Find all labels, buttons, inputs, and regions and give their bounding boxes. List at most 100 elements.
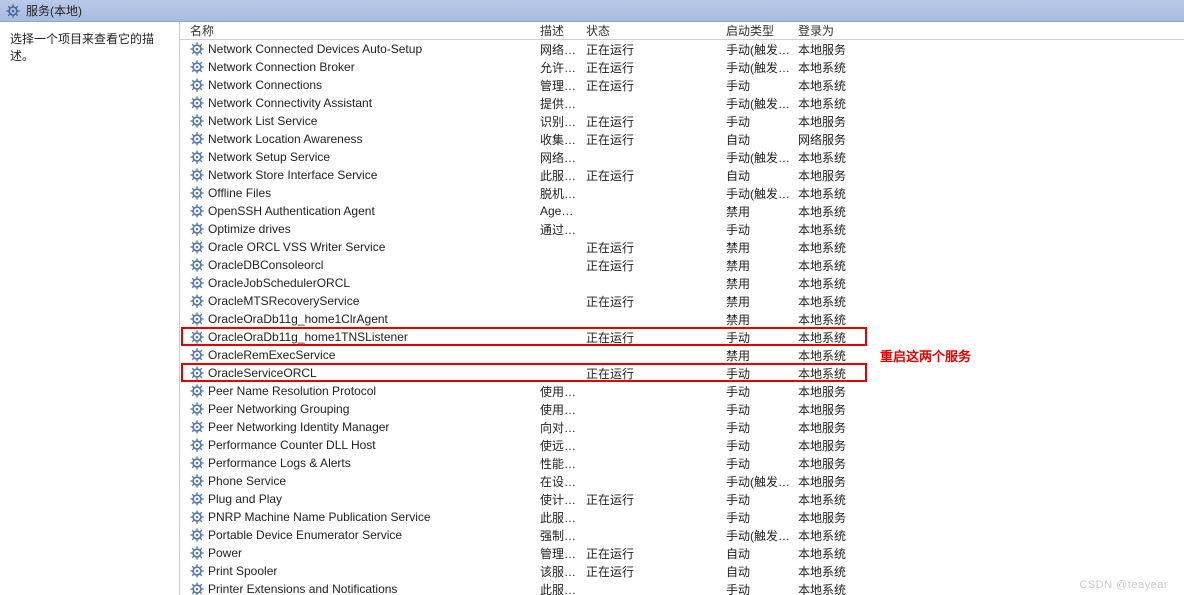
col-desc[interactable]: 描述 [536, 22, 582, 39]
service-row[interactable]: Phone Service在设…手动(触发…本地服务 [180, 472, 1184, 490]
service-startup: 禁用 [722, 239, 794, 256]
service-status: 正在运行 [582, 77, 722, 94]
service-gear-icon [190, 114, 204, 128]
col-status[interactable]: 状态 [582, 22, 722, 39]
service-row[interactable]: OracleOraDb11g_home1ClrAgent禁用本地系统 [180, 310, 1184, 328]
column-headers[interactable]: 名称 描述 状态 启动类型 登录为 [180, 22, 1184, 40]
service-gear-icon [190, 384, 204, 398]
service-startup: 手动 [722, 77, 794, 94]
service-row[interactable]: Peer Networking Grouping使用…手动本地服务 [180, 400, 1184, 418]
col-name[interactable]: 名称 [186, 22, 536, 39]
service-row[interactable]: Peer Networking Identity Manager向对…手动本地服… [180, 418, 1184, 436]
service-logon: 本地服务 [794, 509, 874, 526]
service-logon: 本地服务 [794, 167, 874, 184]
service-name: OracleOraDb11g_home1ClrAgent [208, 312, 388, 326]
service-row[interactable]: Network Location Awareness收集…正在运行自动网络服务 [180, 130, 1184, 148]
service-logon: 本地系统 [794, 59, 874, 76]
service-logon: 本地服务 [794, 401, 874, 418]
service-gear-icon [190, 240, 204, 254]
service-startup: 手动 [722, 581, 794, 595]
service-logon: 本地服务 [794, 437, 874, 454]
service-startup: 自动 [722, 131, 794, 148]
service-name: Power [208, 546, 242, 560]
service-row[interactable]: Network Store Interface Service此服…正在运行自动… [180, 166, 1184, 184]
service-gear-icon [190, 546, 204, 560]
service-row[interactable]: OracleOraDb11g_home1TNSListener正在运行手动本地系… [180, 328, 1184, 346]
service-row[interactable]: OpenSSH Authentication AgentAge…禁用本地系统 [180, 202, 1184, 220]
service-gear-icon [190, 222, 204, 236]
service-startup: 手动 [722, 509, 794, 526]
service-name: OracleServiceORCL [208, 366, 317, 380]
service-row[interactable]: Performance Counter DLL Host使远…手动本地服务 [180, 436, 1184, 454]
service-gear-icon [190, 294, 204, 308]
service-gear-icon [190, 132, 204, 146]
service-row[interactable]: Network List Service识别…正在运行手动本地服务 [180, 112, 1184, 130]
service-row[interactable]: Optimize drives通过…手动本地系统 [180, 220, 1184, 238]
service-desc: 允许 … [536, 59, 582, 76]
service-logon: 本地系统 [794, 77, 874, 94]
service-row[interactable]: OracleJobSchedulerORCL禁用本地系统 [180, 274, 1184, 292]
service-logon: 本地系统 [794, 293, 874, 310]
service-row[interactable]: Printer Extensions and Notifications此服…手… [180, 580, 1184, 595]
service-logon: 本地系统 [794, 95, 874, 112]
service-gear-icon [190, 330, 204, 344]
service-startup: 禁用 [722, 203, 794, 220]
service-row[interactable]: Print Spooler该服…正在运行自动本地系统 [180, 562, 1184, 580]
service-gear-icon [190, 312, 204, 326]
annotation-text: 重启这两个服务 [880, 346, 971, 365]
service-row[interactable]: OracleRemExecService禁用本地系统 [180, 346, 1184, 364]
service-desc: 在设… [536, 473, 582, 490]
service-gear-icon [190, 582, 204, 595]
service-startup: 手动 [722, 419, 794, 436]
service-status: 正在运行 [582, 113, 722, 130]
service-gear-icon [190, 168, 204, 182]
service-row[interactable]: Power管理…正在运行自动本地系统 [180, 544, 1184, 562]
service-row[interactable]: OracleServiceORCL正在运行手动本地系统 [180, 364, 1184, 382]
service-name: Portable Device Enumerator Service [208, 528, 402, 542]
service-row[interactable]: Network Connected Devices Auto-Setup网络…正… [180, 40, 1184, 58]
service-name: Network Connection Broker [208, 60, 355, 74]
service-name: Performance Logs & Alerts [208, 456, 351, 470]
service-desc: 性能… [536, 455, 582, 472]
service-gear-icon [190, 150, 204, 164]
service-startup: 手动 [722, 329, 794, 346]
service-status: 正在运行 [582, 293, 722, 310]
service-row[interactable]: Peer Name Resolution Protocol使用…手动本地服务 [180, 382, 1184, 400]
service-row[interactable]: OracleMTSRecoveryService正在运行禁用本地系统 [180, 292, 1184, 310]
service-startup: 自动 [722, 545, 794, 562]
service-startup: 禁用 [722, 311, 794, 328]
service-name: Plug and Play [208, 492, 282, 506]
service-name: Printer Extensions and Notifications [208, 582, 397, 595]
service-row[interactable]: Network Connection Broker允许 …正在运行手动(触发…本… [180, 58, 1184, 76]
col-startup[interactable]: 启动类型 [722, 22, 794, 39]
service-desc: Age… [536, 204, 582, 218]
service-row[interactable]: Network Connectivity Assistant提供 …手动(触发…… [180, 94, 1184, 112]
service-row[interactable]: Performance Logs & Alerts性能…手动本地服务 [180, 454, 1184, 472]
service-row[interactable]: PNRP Machine Name Publication Service此服…… [180, 508, 1184, 526]
col-logon[interactable]: 登录为 [794, 22, 874, 39]
service-gear-icon [190, 204, 204, 218]
service-gear-icon [190, 510, 204, 524]
service-row[interactable]: Portable Device Enumerator Service强制…手动(… [180, 526, 1184, 544]
service-status: 正在运行 [582, 563, 722, 580]
service-startup: 手动 [722, 455, 794, 472]
service-gear-icon [190, 528, 204, 542]
service-row[interactable]: OracleDBConsoleorcl正在运行禁用本地系统 [180, 256, 1184, 274]
service-logon: 本地系统 [794, 545, 874, 562]
service-name: OracleOraDb11g_home1TNSListener [208, 330, 408, 344]
service-row[interactable]: Network Setup Service网络…手动(触发…本地系统 [180, 148, 1184, 166]
service-row[interactable]: Plug and Play使计…正在运行手动本地系统 [180, 490, 1184, 508]
watermark: CSDN @teayear [1079, 579, 1168, 591]
service-startup: 手动 [722, 401, 794, 418]
service-startup: 手动 [722, 221, 794, 238]
service-gear-icon [190, 366, 204, 380]
service-row[interactable]: Offline Files脱机…手动(触发…本地系统 [180, 184, 1184, 202]
service-startup: 手动(触发… [722, 473, 794, 490]
service-desc: 管理… [536, 545, 582, 562]
service-desc: 强制… [536, 527, 582, 544]
service-gear-icon [190, 438, 204, 452]
service-name: Peer Networking Identity Manager [208, 420, 389, 434]
service-gear-icon [190, 492, 204, 506]
service-row[interactable]: Network Connections管理"…正在运行手动本地系统 [180, 76, 1184, 94]
service-row[interactable]: Oracle ORCL VSS Writer Service正在运行禁用本地系统 [180, 238, 1184, 256]
